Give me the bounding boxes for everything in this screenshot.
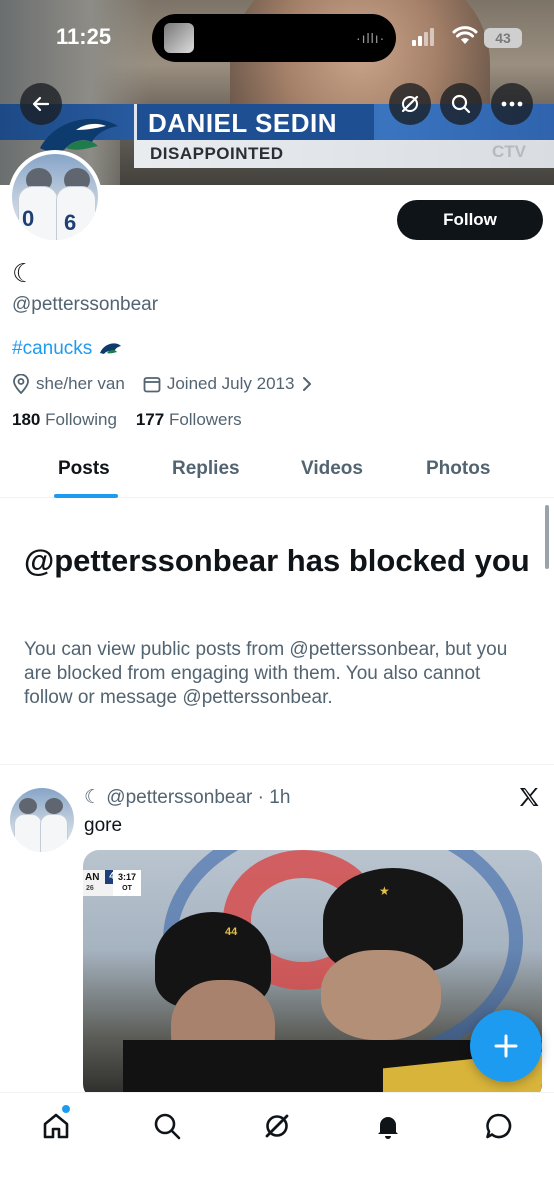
profile-tabs: Posts Replies Videos Photos — [0, 448, 554, 498]
arrow-left-icon — [32, 96, 50, 112]
followers-link[interactable]: 177 Followers — [136, 410, 242, 429]
search-button[interactable] — [440, 83, 482, 125]
grok-icon — [401, 95, 419, 113]
search-icon[interactable] — [152, 1111, 182, 1141]
follow-button[interactable]: Follow — [397, 200, 543, 240]
messages-icon[interactable] — [484, 1111, 514, 1141]
post-header: ☾ @petterssonbear · 1h — [84, 786, 290, 809]
notifications-icon[interactable] — [373, 1111, 403, 1141]
back-button[interactable] — [20, 83, 62, 125]
following-link[interactable]: 180 Following — [12, 410, 117, 429]
more-button[interactable] — [491, 83, 533, 125]
tab-videos[interactable]: Videos — [301, 458, 363, 480]
broadcaster-logo: CTV — [492, 142, 526, 161]
location-pin-icon — [13, 374, 29, 394]
profile-location: she/her van — [12, 374, 125, 394]
profile-joined[interactable]: Joined July 2013 — [143, 374, 321, 394]
scroll-indicator[interactable] — [545, 505, 549, 569]
post-author[interactable]: ☾ @petterssonbear — [84, 787, 252, 808]
chevron-right-icon — [303, 377, 312, 391]
active-tab-indicator — [54, 494, 118, 498]
follow-counts: 180 Following 177 Followers — [12, 410, 242, 430]
profile-meta: she/her van Joined July 2013 — [12, 372, 338, 396]
tab-replies[interactable]: Replies — [172, 458, 240, 480]
home-icon[interactable] — [41, 1111, 71, 1141]
location-text: she/her van — [36, 374, 125, 393]
search-icon — [451, 94, 471, 114]
cellular-signal-icon — [412, 28, 436, 46]
lower-third-subtitle: DISAPPOINTED — [150, 144, 284, 163]
tab-photos[interactable]: Photos — [426, 458, 490, 480]
section-divider — [0, 764, 554, 765]
x-logo-icon — [520, 788, 539, 806]
wifi-icon — [452, 26, 478, 44]
joined-text: Joined July 2013 — [166, 374, 295, 393]
profile-bio: #canucks — [12, 338, 122, 360]
lower-third-name: DANIEL SEDIN — [148, 108, 337, 138]
post-author-avatar[interactable] — [10, 788, 74, 852]
blocked-title: @petterssonbear has blocked you — [24, 543, 530, 578]
canucks-emoji-icon — [99, 343, 121, 354]
blocked-description: You can view public posts from @petterss… — [24, 639, 508, 708]
dynamic-island: ·ıllı· — [152, 14, 396, 62]
calendar-icon — [143, 377, 161, 393]
audio-wave-icon: ·ıllı· — [356, 30, 386, 46]
profile-avatar[interactable]: 0 6 — [8, 150, 102, 244]
grok-button[interactable] — [389, 83, 431, 125]
display-name: ☾ — [12, 258, 36, 288]
post-text: gore — [84, 815, 123, 836]
post-time: 1h — [269, 787, 291, 808]
now-playing-thumbnail — [164, 23, 194, 53]
plus-icon — [494, 1034, 518, 1058]
compose-post-button[interactable] — [470, 1010, 542, 1082]
battery-indicator: 43 — [484, 28, 522, 48]
home-notification-dot — [62, 1105, 70, 1113]
bio-hashtag[interactable]: #canucks — [12, 338, 92, 359]
profile-handle: @petterssonbear — [12, 294, 159, 315]
status-indicators: 43 — [410, 26, 530, 48]
game-clock: 3:17 OT — [113, 870, 141, 896]
status-time: 11:25 — [56, 24, 112, 49]
grok-icon[interactable] — [262, 1111, 292, 1141]
more-icon — [501, 101, 523, 107]
bottom-navigation — [0, 1092, 554, 1200]
tab-posts[interactable]: Posts — [58, 458, 110, 480]
post-separator: · — [257, 787, 264, 808]
